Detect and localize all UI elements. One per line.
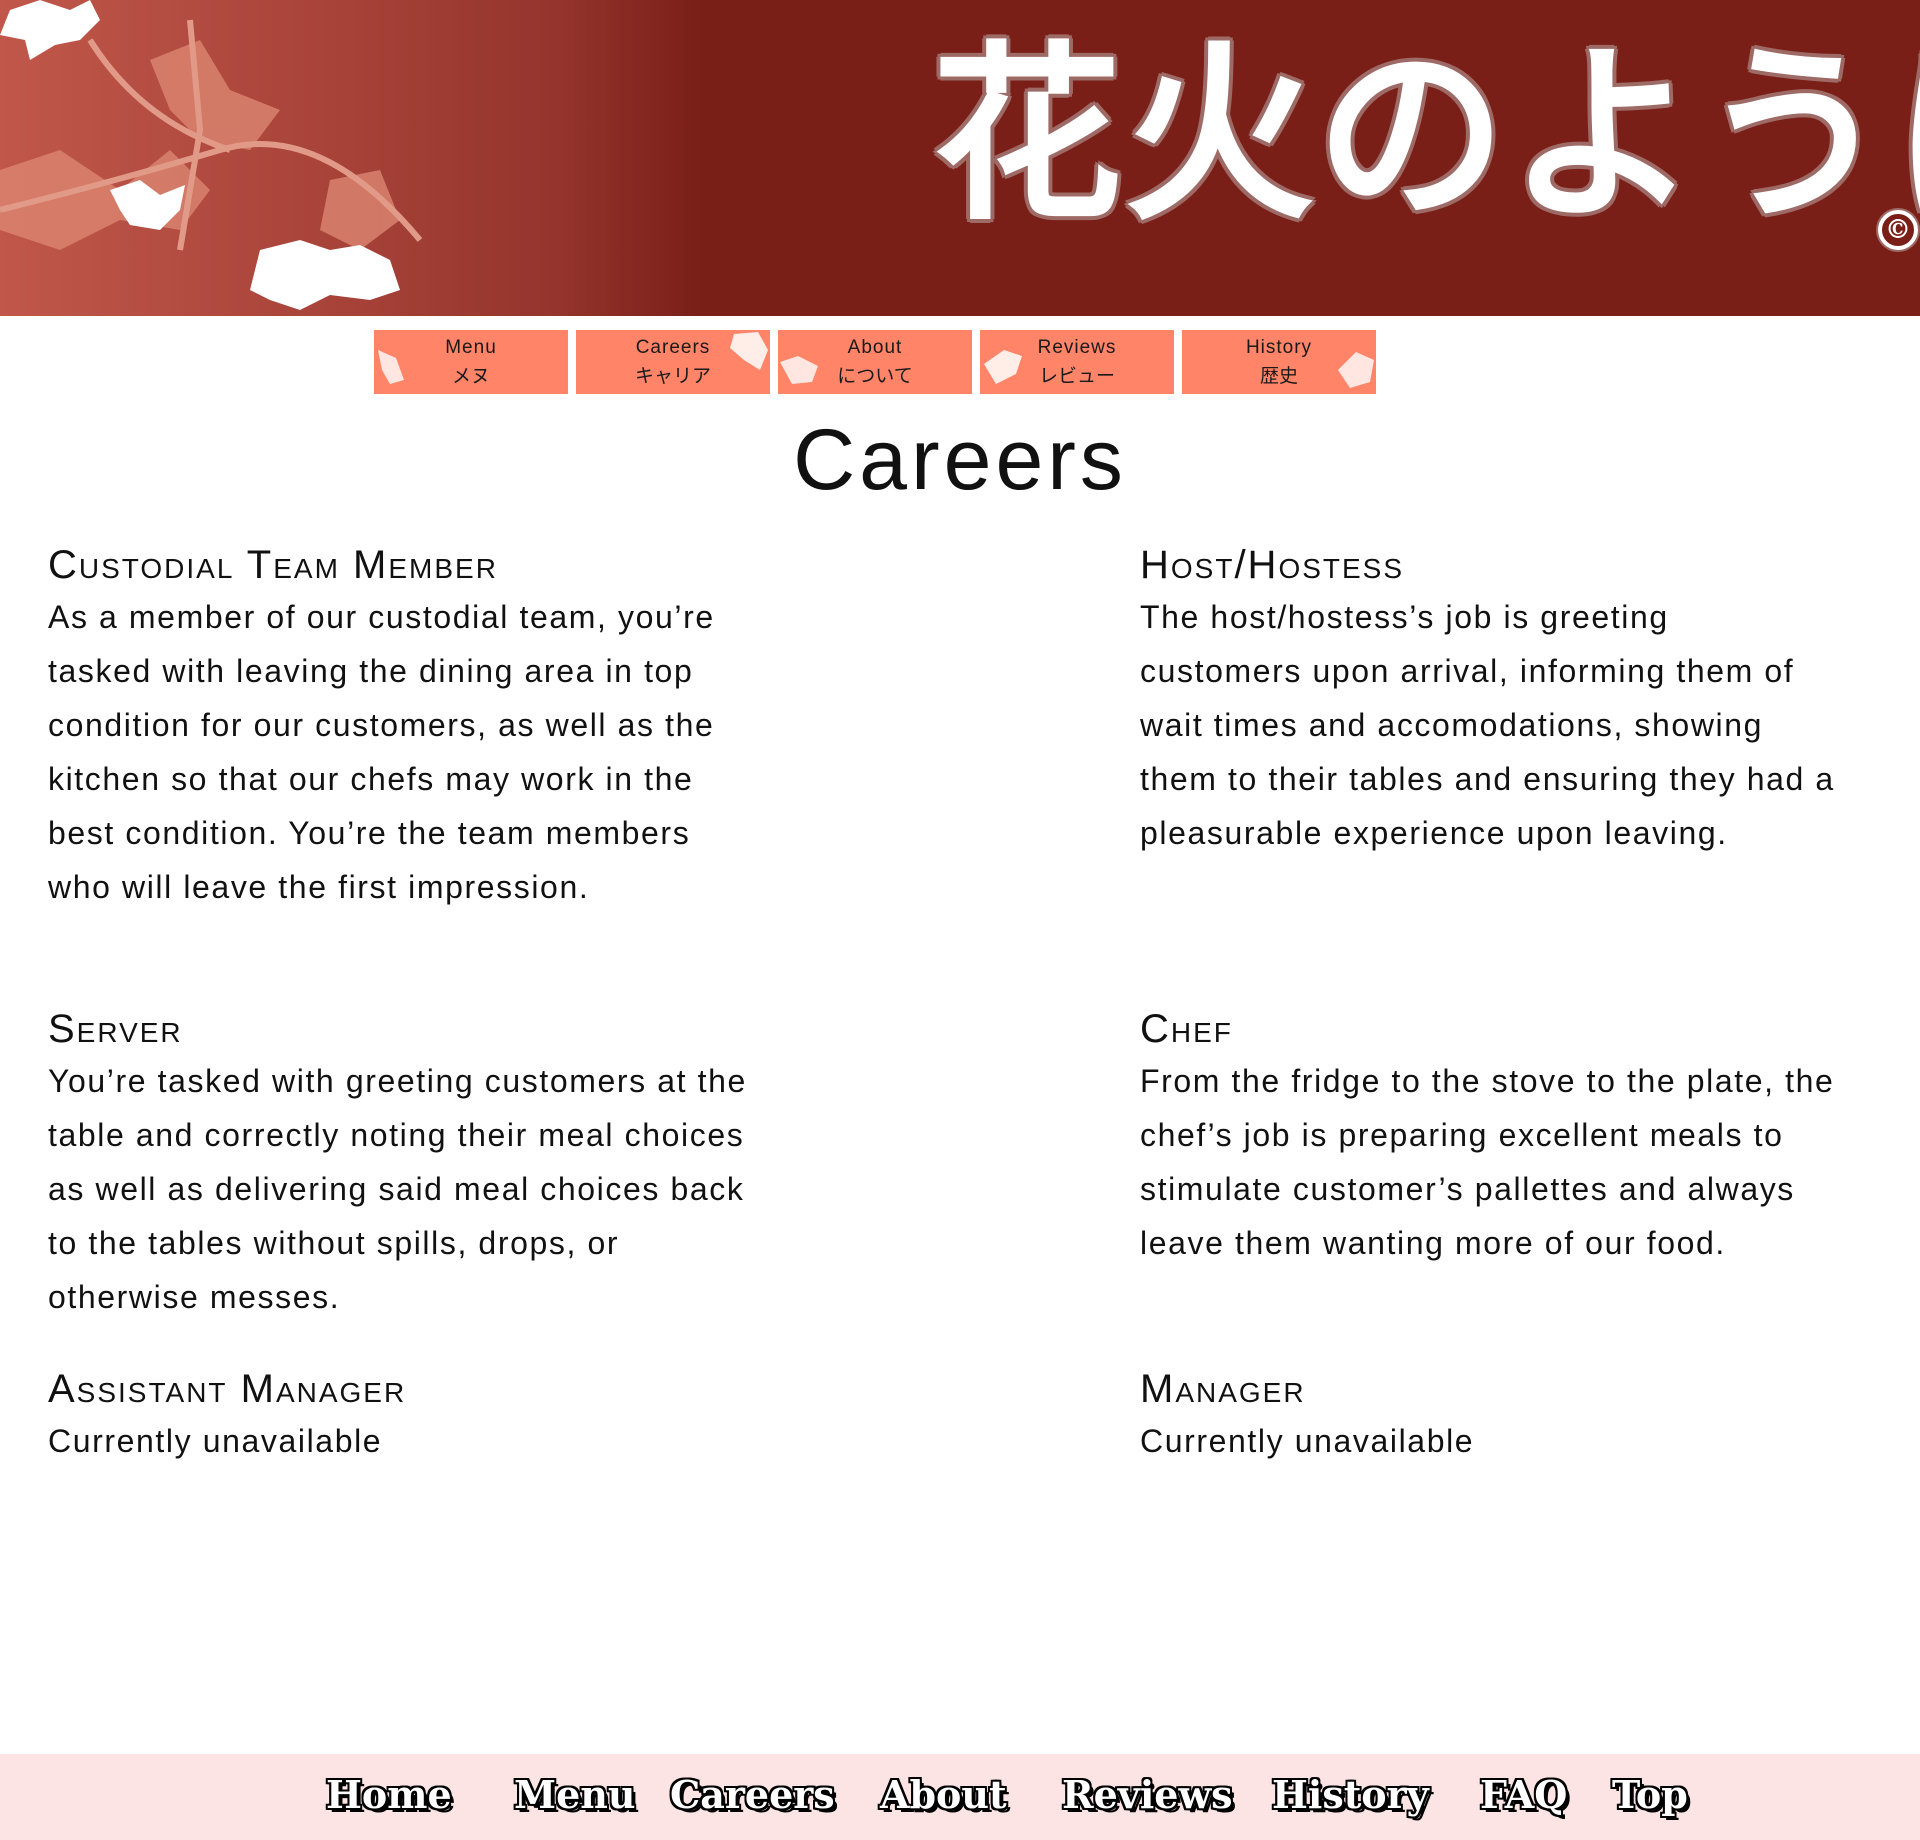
job-title: Host/Hostess <box>1140 543 1405 587</box>
job-host-hostess: Host/Hostess The host/hostess’s job is g… <box>1140 540 1860 860</box>
job-assistant-manager: Assistant Manager Currently unavailable <box>48 1364 768 1468</box>
job-title: Manager <box>1140 1367 1306 1411</box>
job-description: Currently unavailable <box>1140 1423 1475 1459</box>
page-title: Careers <box>793 412 1127 508</box>
footer-link-top[interactable]: Top <box>1612 1770 1688 1820</box>
leaf-icon <box>378 350 404 384</box>
job-custodial-team-member: Custodial Team Member As a member of our… <box>48 540 768 914</box>
leaf-icon <box>780 356 818 384</box>
footer-link-menu[interactable]: Menu <box>514 1770 636 1820</box>
copyright-icon: © <box>1878 210 1918 250</box>
job-title: Custodial Team Member <box>48 543 498 587</box>
job-description: As a member of our custodial team, you’r… <box>48 599 715 905</box>
job-title: Chef <box>1140 1007 1233 1051</box>
footer-link-history[interactable]: History <box>1272 1770 1429 1820</box>
job-description: Currently unavailable <box>48 1423 383 1459</box>
job-description: The host/hostess’s job is greeting custo… <box>1140 599 1835 851</box>
footer-link-faq[interactable]: FAQ <box>1480 1770 1567 1820</box>
nav-tile-menu[interactable]: Menu メヌ <box>374 330 568 394</box>
leaf-icon <box>730 332 768 370</box>
leaf-icon <box>1338 352 1374 388</box>
footer-link-careers[interactable]: Careers <box>670 1770 835 1820</box>
nav-tile-reviews[interactable]: Reviews レビュー <box>980 330 1174 394</box>
nav-tile-careers[interactable]: Careers キャリア <box>576 330 770 394</box>
job-manager: Manager Currently unavailable <box>1140 1364 1860 1468</box>
job-title: Server <box>48 1007 183 1051</box>
site-logo: 花火のように <box>932 23 1920 246</box>
job-description: You’re tasked with greeting customers at… <box>48 1063 747 1315</box>
nav-tile-about[interactable]: About について <box>778 330 972 394</box>
header-banner: 花火のように © <box>0 0 1920 316</box>
footer-link-about[interactable]: About <box>880 1770 1007 1820</box>
footer-navigation: Home Menu Careers About Reviews History … <box>0 1754 1920 1840</box>
leaf-icon <box>984 350 1022 384</box>
nav-tile-history[interactable]: History 歴史 <box>1182 330 1376 394</box>
job-server: Server You’re tasked with greeting custo… <box>48 1004 768 1324</box>
maple-branch-icon <box>0 0 423 310</box>
job-chef: Chef From the fridge to the stove to the… <box>1140 1004 1860 1270</box>
footer-link-home[interactable]: Home <box>326 1770 452 1820</box>
job-title: Assistant Manager <box>48 1367 407 1411</box>
job-description: From the fridge to the stove to the plat… <box>1140 1063 1835 1261</box>
footer-link-reviews[interactable]: Reviews <box>1062 1770 1233 1820</box>
